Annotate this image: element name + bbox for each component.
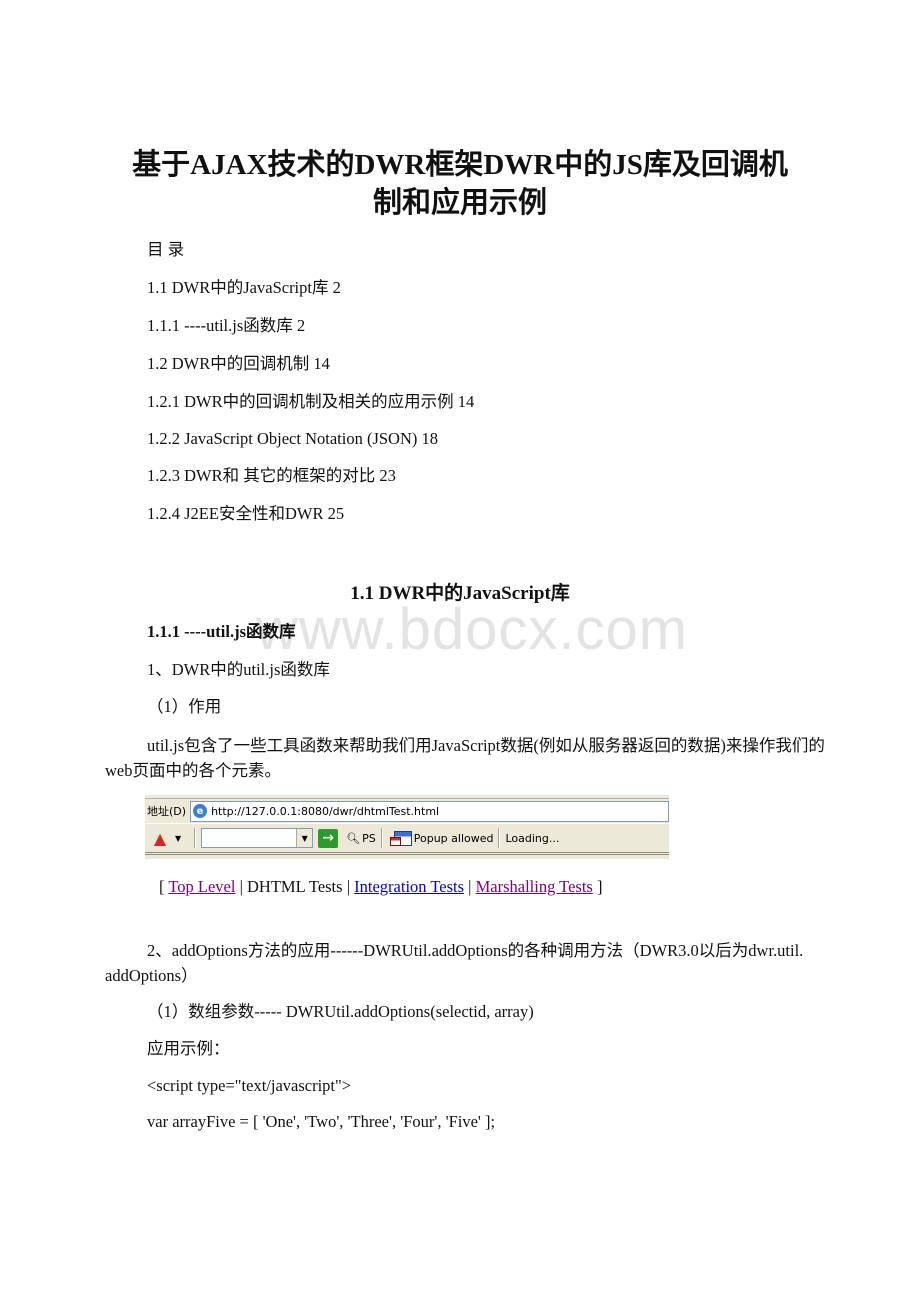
watermark: www.bdocx.com xyxy=(256,597,689,662)
link-separator: | xyxy=(239,877,243,896)
status-label: Loading... xyxy=(505,831,560,845)
title-line-1: 基于AJAX技术的DWR框架DWR中的JS库及回调机 xyxy=(132,149,788,181)
toc-item[interactable]: 1.1.1 ----util.js函数库 2 xyxy=(147,316,305,336)
toolbar-separator xyxy=(194,828,197,848)
paragraph-add-options: 2、addOptions方法的应用------DWRUtil.addOption… xyxy=(105,941,804,985)
toc-item[interactable]: 1.2.3 DWR和 其它的框架的对比 23 xyxy=(147,466,396,486)
combo-dropdown-icon[interactable]: ▼ xyxy=(296,829,313,847)
browser-toolbar-screenshot: 地址(D) e http://127.0.0.1:8080/dwr/dhtmlT… xyxy=(145,795,669,859)
address-bar: 地址(D) e http://127.0.0.1:8080/dwr/dhtmlT… xyxy=(145,799,669,824)
link-separator: | xyxy=(468,877,472,896)
popup-window-icon xyxy=(389,830,412,846)
title-line-2: 制和应用示例 xyxy=(372,187,547,219)
popup-label: Popup allowed xyxy=(413,831,494,845)
document-title: 基于AJAX技术的DWR框架DWR中的JS库及回调机 制和应用示例 xyxy=(60,146,860,222)
toc-item[interactable]: 1.2.2 JavaScript Object Notation (JSON) … xyxy=(147,429,438,449)
list-item-1: 1、DWR中的util.js函数库 xyxy=(147,660,330,679)
link-top-level[interactable]: Top Level xyxy=(168,877,235,896)
toc-item[interactable]: 1.2.1 DWR中的回调机制及相关的应用示例 14 xyxy=(147,392,474,412)
subsection-heading: 1.1.1 ----util.js函数库 xyxy=(147,622,296,641)
list-subitem-1: （1）作用 xyxy=(147,697,222,716)
ie-page-icon: e xyxy=(193,804,208,818)
url-text: http://127.0.0.1:8080/dwr/dhtmlTest.html xyxy=(211,804,440,818)
code-line: <script type="text/javascript"> xyxy=(147,1076,352,1095)
address-field[interactable]: e http://127.0.0.1:8080/dwr/dhtmlTest.ht… xyxy=(190,800,669,822)
toc-heading: 目 录 xyxy=(147,240,185,259)
magnifier-icon: 🔍︎ xyxy=(346,831,361,845)
link-separator: | xyxy=(346,877,351,896)
address-label: 地址(D) xyxy=(147,805,187,818)
toc-item[interactable]: 1.2 DWR中的回调机制 14 xyxy=(147,354,330,374)
test-nav-links: [ Top Level | DHTML Tests | Integration … xyxy=(159,877,602,897)
acrobat-icon[interactable]: ▲ xyxy=(149,829,171,848)
toolbar-separator xyxy=(380,828,383,848)
bracket-close: ] xyxy=(596,877,603,896)
links-toolbar: ▲ ▼ ▼ → 🔍︎ PS Popup allowed Loading... xyxy=(145,824,669,855)
go-arrow-icon[interactable]: → xyxy=(318,828,339,848)
popup-allowed-button[interactable]: Popup allowed xyxy=(389,830,494,846)
link-integration-tests[interactable]: Integration Tests xyxy=(354,877,464,896)
ps-search-button[interactable]: 🔍︎ PS xyxy=(346,832,376,845)
toc-item[interactable]: 1.2.4 J2EE安全性和DWR 25 xyxy=(147,504,344,524)
toolbar-separator xyxy=(498,828,501,848)
example-label: 应用示例： xyxy=(147,1039,230,1058)
section-heading: 1.1 DWR中的JavaScript库 xyxy=(350,583,570,604)
toc-item[interactable]: 1.1 DWR中的JavaScript库 2 xyxy=(147,278,341,298)
current-dhtml-tests: DHTML Tests xyxy=(247,877,343,896)
paragraph-util-js: util.js包含了一些工具函数来帮助我们用JavaScript数据(例如从服务… xyxy=(105,736,825,780)
dropdown-arrow-icon[interactable]: ▼ xyxy=(175,834,181,843)
search-combo-box[interactable]: ▼ xyxy=(201,828,314,848)
ps-label: PS xyxy=(362,831,376,845)
code-line: var arrayFive = [ 'One', 'Two', 'Three',… xyxy=(147,1112,496,1131)
list-subitem-array-param: （1）数组参数----- DWRUtil.addOptions(selectid… xyxy=(147,1002,534,1021)
link-marshalling-tests[interactable]: Marshalling Tests xyxy=(476,877,593,896)
bracket-open: [ xyxy=(159,877,165,896)
